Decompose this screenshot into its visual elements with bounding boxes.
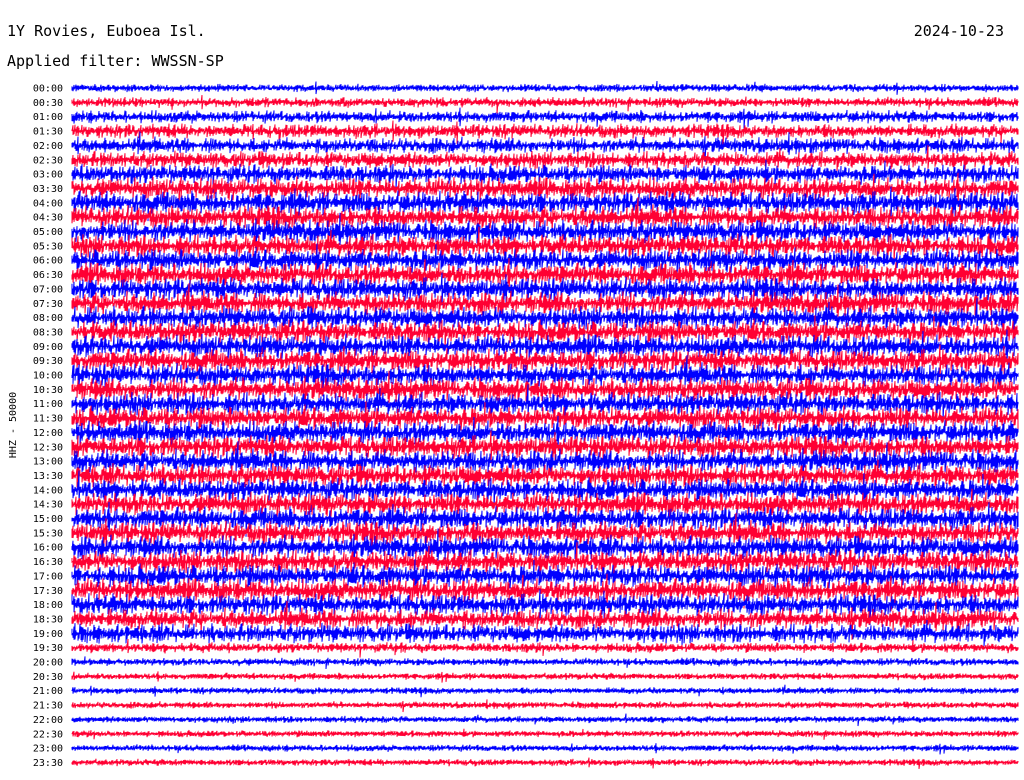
time-tick-label: 10:30 — [33, 385, 63, 396]
time-tick-label: 01:30 — [33, 127, 63, 138]
time-tick-label: 17:00 — [33, 571, 63, 582]
time-tick-label: 03:00 — [33, 170, 63, 181]
time-tick-label: 13:30 — [33, 471, 63, 482]
time-tick-label: 09:30 — [33, 356, 63, 367]
time-tick-label: 21:30 — [33, 701, 63, 712]
time-tick-label: 06:30 — [33, 270, 63, 281]
time-tick-labels: 00:00 00:30 01:00 01:30 02:00 02:30 03:00 03:30… — [33, 84, 63, 769]
trace-row-2200 — [71, 713, 1019, 727]
time-tick-label: 17:30 — [33, 586, 63, 597]
time-tick-label: 20:30 — [33, 672, 63, 683]
trace-row-2330 — [71, 757, 1019, 769]
time-tick-label: 16:00 — [33, 543, 63, 554]
trace-row-2230 — [71, 728, 1019, 740]
trace-row-2100 — [71, 684, 1019, 698]
trace-row-0030 — [71, 95, 1019, 114]
trace-row-0130 — [71, 120, 1019, 146]
trace-row-0000 — [71, 80, 1019, 95]
time-tick-label: 02:30 — [33, 155, 63, 166]
time-tick-label: 18:30 — [33, 614, 63, 625]
time-tick-label: 15:00 — [33, 514, 63, 525]
filter-label: Applied filter: WWSSN-SP — [7, 52, 224, 70]
time-tick-label: 22:30 — [33, 729, 63, 740]
time-tick-label: 00:30 — [33, 98, 63, 109]
time-tick-label: 08:00 — [33, 313, 63, 324]
helicorder-plot: 00:00 00:30 01:00 01:30 02:00 02:30 03:00 03:30… — [8, 80, 1019, 769]
time-tick-label: 20:00 — [33, 658, 63, 669]
time-tick-label: 06:00 — [33, 256, 63, 267]
time-tick-label: 04:30 — [33, 213, 63, 224]
time-tick-label: 04:00 — [33, 198, 63, 209]
time-tick-label: 05:00 — [33, 227, 63, 238]
time-tick-label: 14:30 — [33, 500, 63, 511]
time-tick-label: 19:00 — [33, 629, 63, 640]
station-title: 1Y Rovies, Euboea Isl. — [7, 22, 206, 40]
trace-row-2030 — [71, 671, 1019, 683]
trace-row-2300 — [71, 743, 1019, 755]
trace-layer — [71, 80, 1019, 769]
time-tick-label: 00:00 — [33, 84, 63, 95]
time-tick-label: 07:00 — [33, 284, 63, 295]
time-tick-label: 23:00 — [33, 744, 63, 755]
time-tick-label: 21:00 — [33, 686, 63, 697]
time-tick-label: 11:30 — [33, 414, 63, 425]
trace-row-2000 — [71, 656, 1019, 670]
time-tick-label: 05:30 — [33, 241, 63, 252]
time-tick-label: 13:00 — [33, 457, 63, 468]
trace-row-1900 — [71, 619, 1019, 648]
time-tick-label: 22:00 — [33, 715, 63, 726]
time-tick-label: 10:00 — [33, 371, 63, 382]
time-tick-label: 18:00 — [33, 600, 63, 611]
time-tick-label: 12:30 — [33, 442, 63, 453]
time-tick-label: 09:00 — [33, 342, 63, 353]
time-tick-label: 23:30 — [33, 758, 63, 769]
time-tick-label: 16:30 — [33, 557, 63, 568]
date-label: 2024-10-23 — [913, 22, 1004, 40]
time-tick-label: 19:30 — [33, 643, 63, 654]
time-tick-label: 12:00 — [33, 428, 63, 439]
time-tick-label: 03:30 — [33, 184, 63, 195]
trace-row-0100 — [71, 107, 1019, 129]
time-tick-label: 07:30 — [33, 299, 63, 310]
trace-row-2130 — [71, 699, 1019, 713]
time-tick-label: 15:30 — [33, 528, 63, 539]
y-axis-label: HHZ - 50000 — [8, 392, 19, 458]
time-tick-label: 01:00 — [33, 112, 63, 123]
time-tick-label: 11:00 — [33, 399, 63, 410]
time-tick-label: 14:00 — [33, 485, 63, 496]
time-tick-label: 02:00 — [33, 141, 63, 152]
time-tick-label: 08:30 — [33, 327, 63, 338]
